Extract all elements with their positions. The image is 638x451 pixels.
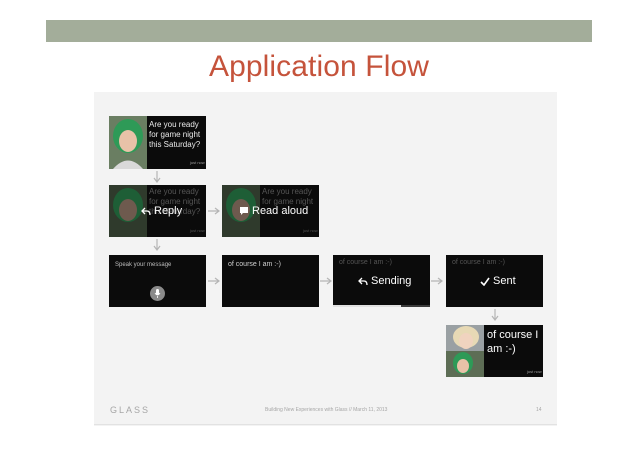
arrow-right-icon — [320, 277, 332, 285]
sending-label: Sending — [371, 275, 412, 287]
reply-option[interactable]: Reply — [141, 205, 182, 217]
final-message-text: of course I am :-) — [487, 329, 539, 355]
arrow-down-icon — [491, 309, 499, 321]
reply-icon — [358, 277, 368, 285]
footer-divider — [94, 424, 557, 425]
read-aloud-option[interactable]: Read aloud — [239, 205, 308, 217]
footer-brand-logo: GLASS — [110, 405, 151, 415]
microphone-button[interactable] — [150, 286, 165, 301]
progress-bar — [333, 305, 430, 307]
slide-title: Application Flow — [208, 50, 430, 83]
read-aloud-ghost-text: Are you ready for game night — [262, 187, 314, 206]
read-aloud-card: Are you ready for game night Read aloud … — [222, 185, 319, 237]
sending-card: of course I am :-) Sending — [333, 255, 430, 307]
flow-diagram: Are you ready for game night this Saturd… — [94, 92, 557, 426]
speak-message-card: Speak your message — [109, 255, 206, 307]
reply-icon — [141, 207, 151, 215]
arrow-down-icon — [153, 239, 161, 251]
speak-prompt: Speak your message — [115, 262, 172, 268]
read-aloud-label: Read aloud — [252, 205, 309, 217]
reply-timestamp: just now — [190, 228, 205, 233]
reply-card: Are you ready for game night this Saturd… — [109, 185, 206, 237]
read-aloud-timestamp: just now — [303, 228, 318, 233]
footer-note: Building New Experiences with Glass // M… — [265, 407, 388, 413]
incoming-message-text: Are you ready for game night this Saturd… — [149, 120, 201, 149]
sent-card: of course I am :-) Sent — [446, 255, 543, 307]
final-thread-card: of course I am :-) just now — [446, 325, 543, 377]
incoming-message-card: Are you ready for game night this Saturd… — [109, 116, 206, 169]
sent-label: Sent — [493, 275, 516, 287]
arrow-right-icon — [431, 277, 443, 285]
microphone-icon — [154, 289, 161, 298]
arrow-down-icon — [153, 171, 161, 183]
arrow-right-icon — [208, 277, 220, 285]
arrow-right-icon — [208, 207, 220, 215]
sent-ghost-text: of course I am :-) — [452, 259, 505, 266]
sent-status: Sent — [480, 275, 516, 287]
page-number: 14 — [536, 407, 542, 413]
slide-top-bar — [46, 20, 592, 42]
reply-label: Reply — [154, 205, 183, 217]
check-icon — [480, 277, 490, 286]
sending-status: Sending — [358, 275, 411, 287]
sending-ghost-text: of course I am :-) — [339, 259, 392, 266]
progress-bar-fill — [333, 305, 401, 307]
recipient-photos — [446, 325, 484, 377]
transcription-text: of course I am :-) — [228, 261, 281, 268]
transcription-card: of course I am :-) — [222, 255, 319, 307]
sender-photo — [109, 116, 147, 169]
final-timestamp: just now — [527, 369, 542, 374]
speech-bubble-icon — [240, 207, 248, 215]
incoming-timestamp: just now — [190, 160, 205, 165]
